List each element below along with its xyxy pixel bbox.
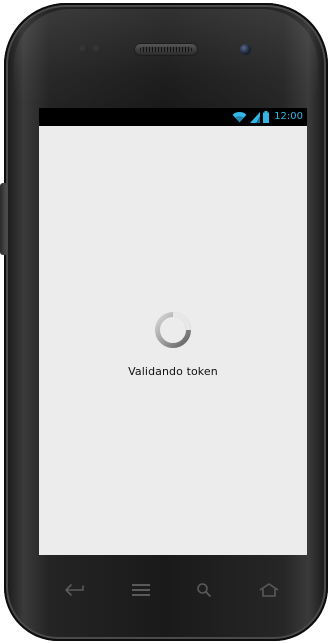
earpiece-speaker (134, 43, 198, 56)
loading-message: Validando token (128, 365, 218, 378)
menu-icon[interactable] (127, 576, 155, 604)
hardware-nav-bar (50, 576, 290, 604)
search-icon[interactable] (190, 576, 218, 604)
status-icons: 12:00 (232, 110, 303, 124)
back-icon[interactable] (60, 576, 88, 604)
front-camera-icon (240, 44, 251, 55)
status-clock: 12:00 (274, 111, 303, 122)
loading-spinner-icon (154, 311, 192, 349)
phone-top-sheen (14, 9, 318, 105)
status-bar: 12:00 (39, 108, 307, 126)
device-frame: 12:00 Validando token (0, 0, 332, 644)
signal-icon (250, 111, 261, 123)
battery-icon (263, 111, 270, 123)
sensor-dot-icon (78, 44, 88, 54)
proximity-sensor (78, 44, 116, 54)
home-icon[interactable] (255, 576, 283, 604)
wifi-icon (232, 111, 247, 123)
earpiece-grill (140, 47, 192, 52)
app-screen: 12:00 Validando token (39, 108, 307, 555)
volume-button[interactable] (0, 183, 6, 255)
sensor-dot-icon (92, 44, 102, 54)
